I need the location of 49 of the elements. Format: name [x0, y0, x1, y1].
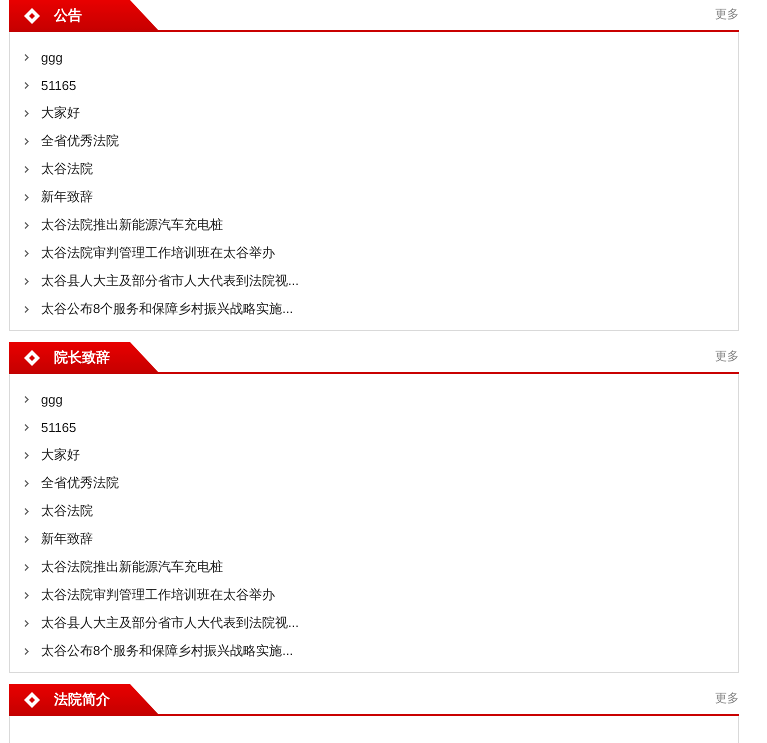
chevron-icon: [24, 166, 29, 172]
news-link[interactable]: 全省优秀法院: [41, 132, 119, 150]
chevron-icon: [24, 536, 29, 542]
diamond-icon: [24, 692, 40, 708]
chevron-icon: [24, 648, 29, 654]
news-link[interactable]: 全省优秀法院: [41, 474, 119, 492]
section-title: 公告: [54, 7, 82, 25]
more-link[interactable]: 更多: [715, 690, 739, 706]
chevron-icon: [24, 250, 29, 256]
news-link[interactable]: ggg: [41, 50, 63, 64]
more-link[interactable]: 更多: [715, 348, 739, 364]
news-link[interactable]: 51165: [41, 78, 76, 92]
news-link[interactable]: 太谷法院推出新能源汽车充电桩: [41, 216, 223, 234]
chevron-icon: [24, 480, 29, 486]
section-title: 院长致辞: [54, 349, 110, 367]
chevron-icon: [24, 564, 29, 570]
news-link[interactable]: 大家好: [41, 446, 80, 464]
news-link[interactable]: 新年致辞: [41, 188, 93, 206]
chevron-icon: [24, 396, 29, 402]
news-link[interactable]: 太谷法院推出新能源汽车充电桩: [41, 558, 223, 576]
news-link[interactable]: 太谷法院: [41, 502, 93, 520]
section-title: 法院简介: [54, 691, 110, 709]
news-link[interactable]: 51165: [41, 420, 76, 434]
chevron-icon: [24, 278, 29, 284]
news-link[interactable]: 太谷法院: [41, 160, 93, 178]
chevron-icon: [24, 620, 29, 626]
news-link[interactable]: 太谷县人大主及部分省市人大代表到法院视...: [41, 614, 299, 632]
chevron-icon: [24, 222, 29, 228]
chevron-icon: [24, 54, 29, 60]
chevron-icon: [24, 452, 29, 458]
chevron-icon: [24, 138, 29, 144]
news-link[interactable]: ggg: [41, 392, 63, 406]
news-link[interactable]: 大家好: [41, 104, 80, 122]
chevron-icon: [24, 194, 29, 200]
chevron-icon: [24, 592, 29, 598]
chevron-icon: [24, 110, 29, 116]
diamond-icon: [24, 8, 40, 24]
chevron-icon: [24, 424, 29, 430]
news-link[interactable]: 太谷县人大主及部分省市人大代表到法院视...: [41, 272, 299, 290]
chevron-icon: [24, 82, 29, 88]
news-link[interactable]: 太谷公布8个服务和保障乡村振兴战略实施...: [41, 300, 294, 318]
chevron-icon: [24, 306, 29, 312]
news-link[interactable]: 太谷法院审判管理工作培训班在太谷举办: [41, 244, 275, 262]
chevron-icon: [24, 508, 29, 514]
news-link[interactable]: 新年致辞: [41, 530, 93, 548]
diamond-icon: [24, 350, 40, 366]
news-link[interactable]: 太谷公布8个服务和保障乡村振兴战略实施...: [41, 642, 294, 660]
more-link[interactable]: 更多: [715, 6, 739, 22]
news-link[interactable]: 太谷法院审判管理工作培训班在太谷举办: [41, 586, 275, 604]
